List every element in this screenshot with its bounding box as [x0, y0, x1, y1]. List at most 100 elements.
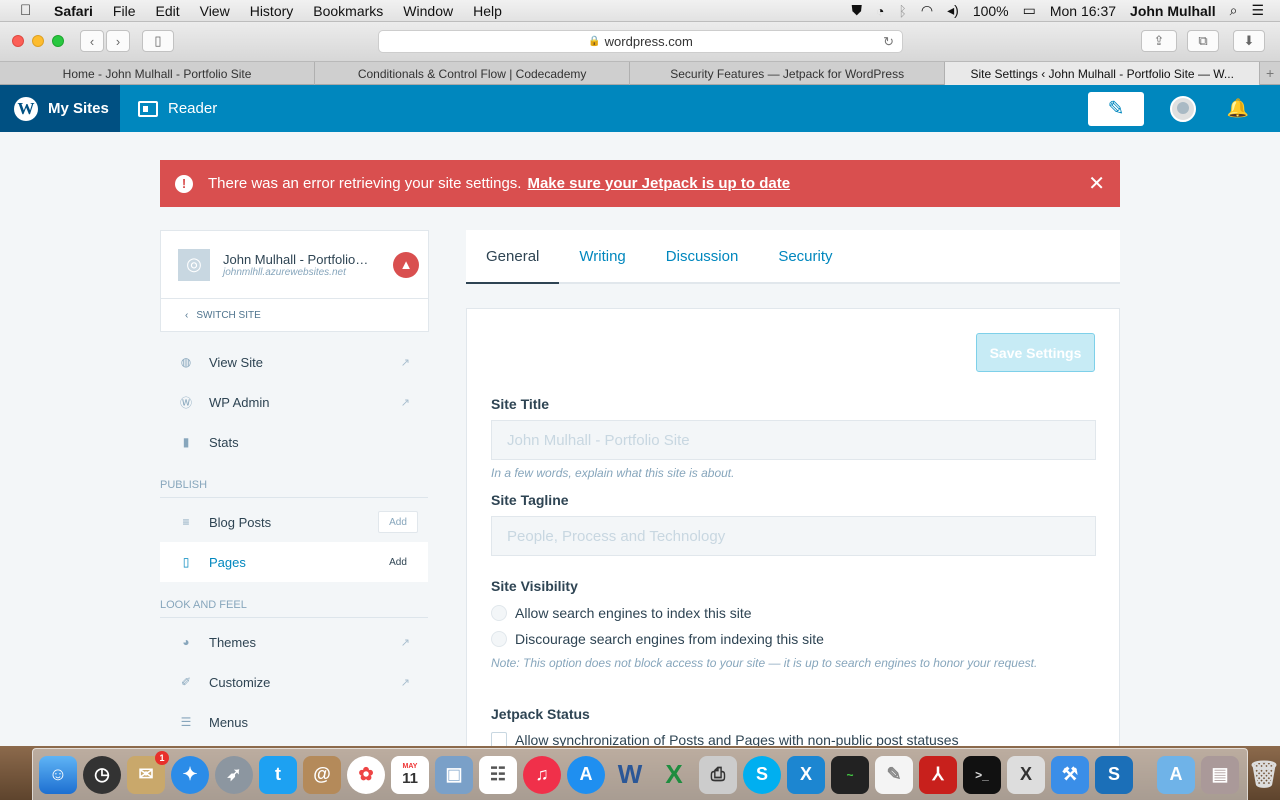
notification-center-icon[interactable]: ☰ — [1251, 2, 1264, 19]
menu-file[interactable]: File — [113, 3, 136, 19]
sidebar-item-wp-admin[interactable]: Ⓦ WP Admin ↗ — [160, 382, 428, 422]
mail-icon[interactable]: ✉ 1 — [127, 750, 169, 794]
xquartz-icon[interactable]: X — [1007, 755, 1045, 794]
tab-discussion[interactable]: Discussion — [646, 230, 759, 282]
menu-view[interactable]: View — [200, 3, 230, 19]
visibility-allow-radio[interactable]: Allow search engines to index this site — [491, 605, 752, 621]
excel-icon[interactable]: X — [655, 756, 693, 794]
xamarin-icon[interactable]: X — [787, 755, 825, 794]
add-post-button[interactable]: Add — [378, 511, 418, 533]
save-settings-button[interactable]: Save Settings — [976, 333, 1095, 372]
zoom-window-icon[interactable] — [52, 35, 64, 47]
trash-icon[interactable]: 🗑 — [1245, 756, 1280, 794]
itunes-icon[interactable]: ♫ — [523, 755, 561, 794]
word-icon[interactable]: W — [611, 756, 649, 794]
tab-security[interactable]: Security — [758, 230, 852, 282]
browser-tab[interactable]: Home - John Mulhall - Portfolio Site — [0, 62, 316, 85]
close-window-icon[interactable] — [12, 35, 24, 47]
battery-percent[interactable]: 100% — [973, 3, 1009, 19]
clock[interactable]: Mon 16:37 — [1050, 3, 1116, 19]
customize-icon: ✐ — [180, 675, 192, 689]
sidebar-item-stats[interactable]: ▮ Stats — [160, 422, 428, 462]
menu-help[interactable]: Help — [473, 3, 502, 19]
avatar[interactable] — [1170, 95, 1196, 122]
textedit-icon[interactable]: ✎ — [875, 755, 913, 794]
sidebar-item-blog-posts[interactable]: ≡ Blog Posts Add — [160, 502, 428, 542]
jetpack-sync-checkbox[interactable]: Allow synchronization of Posts and Pages… — [491, 732, 959, 746]
volume-icon[interactable]: ◂) — [947, 2, 959, 19]
site-tagline-input[interactable]: People, Process and Technology — [491, 516, 1096, 556]
browser-tab-active[interactable]: Site Settings ‹ John Mulhall - Portfolio… — [945, 62, 1261, 85]
acrobat-icon[interactable]: ⅄ — [919, 755, 957, 794]
menu-history[interactable]: History — [250, 3, 294, 19]
sidebar-toggle-button[interactable]: ▯ — [142, 30, 174, 52]
activity-monitor-icon[interactable]: ~ — [831, 755, 869, 794]
twitter-icon[interactable]: t — [259, 755, 297, 794]
site-title-input[interactable]: John Mulhall - Portfolio Site — [491, 420, 1096, 460]
time-machine-icon[interactable]: ◔ — [876, 3, 884, 19]
visibility-discourage-radio[interactable]: Discourage search engines from indexing … — [491, 631, 824, 647]
new-tab-button[interactable]: + — [1260, 62, 1280, 84]
sidebar-item-pages[interactable]: ▯ Pages Add — [160, 542, 428, 582]
finder-icon[interactable]: ☺ — [39, 755, 77, 794]
app-store-icon[interactable]: A — [567, 755, 605, 794]
apple-menu-icon[interactable]:  — [20, 2, 40, 19]
forward-button[interactable]: › — [106, 30, 130, 52]
menu-edit[interactable]: Edit — [155, 3, 179, 19]
browser-toolbar: ‹ › ▯ 🔒 wordpress.com ↻ ⇪ ⧉ ⬇ — [0, 22, 1280, 62]
xcode-icon[interactable]: ⚒ — [1051, 755, 1089, 794]
add-page-button[interactable]: Add — [378, 551, 418, 573]
sidebar-item-view-site[interactable]: ◍ View Site ↗ — [160, 342, 428, 382]
downloads-stack-icon[interactable]: ▤ — [1201, 755, 1239, 794]
sidebar-item-menus[interactable]: ☰ Menus — [160, 702, 428, 742]
back-button[interactable]: ‹ — [80, 30, 104, 52]
menu-window[interactable]: Window — [403, 3, 453, 19]
write-post-button[interactable]: ✎ — [1088, 91, 1144, 126]
browser-tab[interactable]: Conditionals & Control Flow | Codecademy — [315, 62, 631, 85]
tab-writing[interactable]: Writing — [559, 230, 645, 282]
close-icon[interactable]: ✕ — [1088, 171, 1105, 196]
preview-icon[interactable]: ▣ — [435, 755, 473, 794]
dashboard-icon[interactable]: ◷ — [83, 755, 121, 794]
battery-icon[interactable]: ▭ — [1023, 2, 1036, 19]
bluetooth-icon[interactable]: ᛒ — [898, 3, 906, 19]
address-bar[interactable]: 🔒 wordpress.com ↻ — [378, 30, 903, 53]
sidebar-item-label: View Site — [209, 354, 263, 370]
tab-general[interactable]: General — [466, 230, 560, 284]
photos-icon[interactable]: ✿ — [347, 755, 385, 794]
printer-icon[interactable]: ⎙ — [699, 755, 737, 794]
applications-folder-icon[interactable]: A — [1157, 755, 1195, 794]
checkbox[interactable] — [491, 732, 507, 746]
site-header[interactable]: ◎ John Mulhall - Portfolio Site johnmlhl… — [161, 231, 428, 299]
jetpack-update-link[interactable]: Make sure your Jetpack is up to date — [527, 175, 790, 192]
minimize-window-icon[interactable] — [32, 35, 44, 47]
contacts-icon[interactable]: @ — [303, 755, 341, 794]
radio-button[interactable] — [491, 605, 507, 621]
reader-button[interactable]: Reader — [120, 100, 217, 117]
wifi-icon[interactable]: ◠ — [921, 2, 933, 19]
skype-icon[interactable]: S — [743, 755, 781, 794]
menu-bookmarks[interactable]: Bookmarks — [313, 3, 383, 19]
sidebar-item-themes[interactable]: ◕ Themes ↗ — [160, 622, 428, 662]
share-button[interactable]: ⇪ — [1141, 30, 1177, 52]
my-sites-button[interactable]: W My Sites — [0, 85, 120, 132]
switch-site-button[interactable]: ‹ SWITCH SITE — [161, 299, 428, 332]
calendar-icon[interactable]: MAY 11 — [391, 755, 429, 794]
user-menu[interactable]: John Mulhall — [1130, 3, 1216, 19]
shield-app-icon[interactable]: S — [1095, 755, 1133, 794]
sidebar-item-customize[interactable]: ✐ Customize ↗ — [160, 662, 428, 702]
reload-icon[interactable]: ↻ — [883, 34, 894, 50]
browser-tab[interactable]: Security Features — Jetpack for WordPres… — [630, 62, 946, 85]
safari-icon[interactable]: ✦ — [171, 755, 209, 794]
menu-app-name[interactable]: Safari — [54, 3, 93, 19]
spotlight-icon[interactable]: ⌕ — [1230, 2, 1238, 19]
shield-status-icon[interactable]: ⛊ — [852, 2, 863, 19]
reminders-icon[interactable]: ☷ — [479, 755, 517, 794]
tab-overview-button[interactable]: ⧉ — [1187, 30, 1219, 52]
radio-button[interactable] — [491, 631, 507, 647]
notifications-icon[interactable]: 🔔 — [1226, 97, 1250, 121]
downloads-button[interactable]: ⬇ — [1233, 30, 1265, 52]
warning-icon[interactable]: ▲ — [393, 251, 419, 278]
terminal-icon[interactable]: >_ — [963, 755, 1001, 794]
launchpad-icon[interactable]: ➶ — [215, 755, 253, 794]
